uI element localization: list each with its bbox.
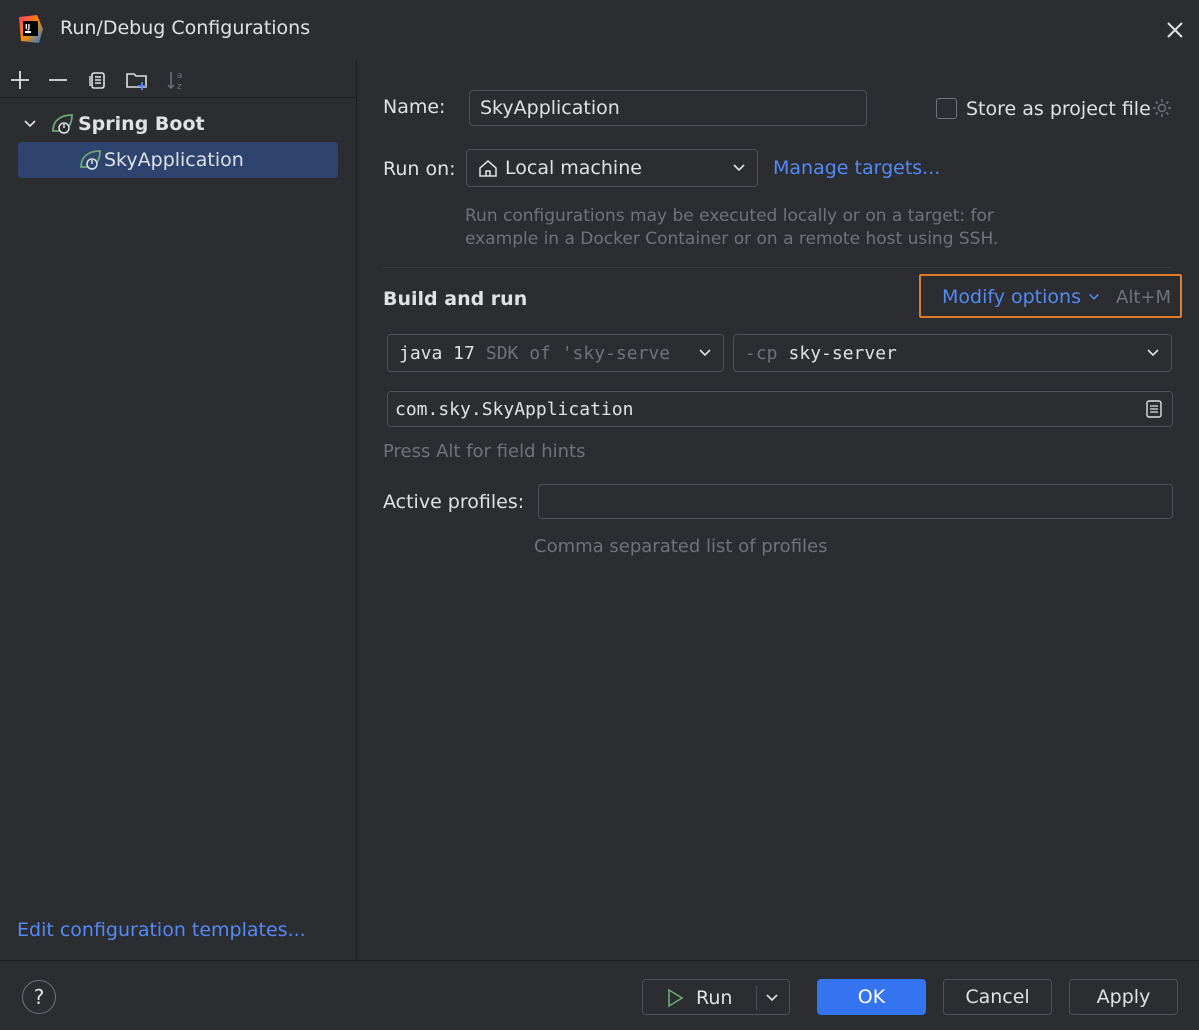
classpath-prefix: -cp: [745, 342, 778, 364]
tree-item-label: SkyApplication: [104, 149, 244, 171]
classpath-module: sky-server: [788, 342, 897, 364]
tree-group-spring-boot[interactable]: Spring Boot: [18, 106, 338, 142]
name-label: Name:: [383, 96, 446, 118]
modify-options-shortcut: Alt+M: [1116, 287, 1171, 308]
modify-options-highlight[interactable]: Modify options Alt+M: [919, 274, 1182, 318]
svg-text:IJ: IJ: [25, 23, 30, 31]
browse-class-icon[interactable]: [1144, 399, 1164, 419]
footer-divider: [0, 960, 1199, 961]
field-hints-text: Press Alt for field hints: [383, 441, 586, 462]
new-folder-icon[interactable]: [125, 68, 149, 92]
run-on-hint-line2: example in a Docker Container or on a re…: [465, 229, 999, 249]
main-class-value: com.sky.SkyApplication: [395, 398, 634, 420]
chevron-down-icon: [733, 164, 745, 172]
title-bar: IJ Run/Debug Configurations: [0, 0, 1199, 60]
spring-boot-icon: [52, 114, 73, 134]
home-icon: [479, 160, 497, 177]
edit-configuration-templates-link[interactable]: Edit configuration templates...: [17, 919, 306, 941]
configurations-sidebar: a z Spring Boot SkyApplication Edit conf…: [0, 60, 356, 960]
section-separator: [383, 267, 1173, 268]
run-button-label: Run: [696, 987, 733, 1009]
run-on-dropdown[interactable]: Local machine: [466, 149, 758, 187]
chevron-down-icon: [1147, 349, 1159, 357]
modify-options-link[interactable]: Modify options: [942, 286, 1081, 308]
window-title: Run/Debug Configurations: [60, 17, 311, 39]
build-and-run-title: Build and run: [383, 288, 528, 310]
run-on-value: Local machine: [505, 157, 642, 179]
svg-text:a: a: [177, 71, 183, 81]
sort-alphabetically-icon[interactable]: a z: [165, 68, 189, 92]
dialog-footer: ? Run OK Cancel Apply: [0, 960, 1199, 1030]
active-profiles-label: Active profiles:: [383, 491, 525, 513]
jdk-version: java 17: [399, 342, 475, 364]
jdk-description: SDK of 'sky-serve: [485, 342, 671, 364]
manage-targets-link[interactable]: Manage targets...: [773, 157, 940, 179]
store-as-project-file-checkbox[interactable]: [936, 98, 957, 119]
copy-icon[interactable]: [86, 68, 110, 92]
name-input[interactable]: SkyApplication: [469, 90, 867, 126]
chevron-down-icon: [1089, 293, 1099, 300]
ok-button[interactable]: OK: [817, 979, 926, 1015]
active-profiles-hint: Comma separated list of profiles: [534, 536, 828, 557]
run-on-hint-line1: Run configurations may be executed local…: [465, 206, 994, 226]
chevron-down-icon: [699, 349, 711, 357]
close-icon[interactable]: [1162, 17, 1188, 43]
main-class-input[interactable]: com.sky.SkyApplication: [387, 391, 1173, 427]
chevron-down-icon[interactable]: [764, 990, 780, 1006]
cancel-button[interactable]: Cancel: [943, 979, 1052, 1015]
run-button[interactable]: Run: [642, 979, 790, 1015]
sidebar-toolbar: a z: [0, 60, 356, 98]
intellij-logo-icon: IJ: [19, 15, 43, 43]
chevron-down-icon[interactable]: [22, 116, 38, 132]
toolbar-divider: [0, 97, 356, 98]
play-icon: [668, 988, 684, 1008]
help-button[interactable]: ?: [22, 980, 56, 1014]
classpath-dropdown[interactable]: -cp sky-server: [733, 334, 1172, 372]
run-on-label: Run on:: [383, 158, 456, 180]
apply-button[interactable]: Apply: [1069, 979, 1178, 1015]
tree-group-label: Spring Boot: [78, 113, 205, 135]
spring-boot-icon: [80, 150, 101, 170]
tree-item-skyapplication[interactable]: SkyApplication: [18, 142, 338, 178]
svg-text:z: z: [177, 82, 182, 92]
gear-icon[interactable]: [1151, 97, 1173, 119]
active-profiles-input[interactable]: [538, 484, 1173, 519]
store-as-project-file-label: Store as project file: [966, 98, 1151, 120]
configuration-form: Name: SkyApplication Store as project fi…: [357, 60, 1199, 960]
add-icon[interactable]: [8, 68, 32, 92]
jdk-dropdown[interactable]: java 17 SDK of 'sky-serve: [387, 334, 724, 372]
remove-icon[interactable]: [46, 68, 70, 92]
